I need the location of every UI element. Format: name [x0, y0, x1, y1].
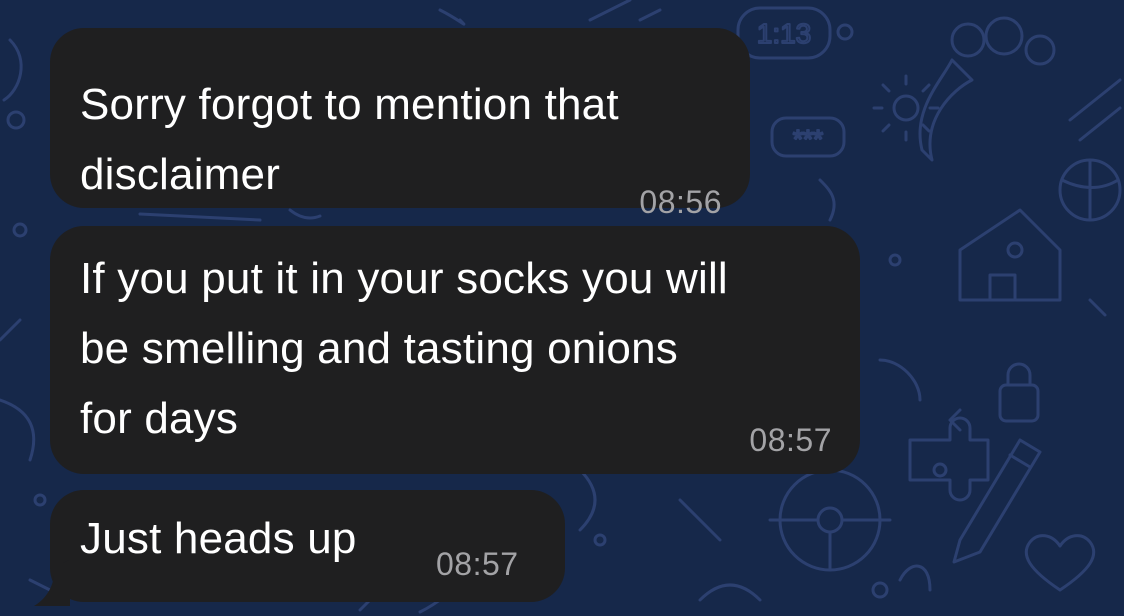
message-timestamp: 08:57 [749, 422, 832, 458]
message-line: be smelling and tasting onions [80, 324, 678, 373]
message-line: If you put it in your socks you will [80, 254, 728, 303]
message-text: Just heads up [80, 504, 357, 574]
message-line: disclaimer [80, 150, 281, 199]
message-bubble[interactable]: Sorry forgot to mention that disclaimer … [50, 28, 750, 220]
message-text: Sorry forgot to mention that disclaimer [80, 70, 619, 210]
message-bubble[interactable]: If you put it in your socks you will be … [50, 226, 860, 474]
message-timestamp: 08:56 [639, 184, 722, 220]
message-line: Just heads up [80, 514, 357, 563]
message-timestamp: 08:57 [436, 546, 519, 582]
bubble-tail [34, 560, 70, 606]
message-text: If you put it in your socks you will be … [80, 244, 728, 454]
chat-message-list: Sorry forgot to mention that disclaimer … [0, 0, 1124, 616]
message-line: for days [80, 394, 239, 443]
message-line: Sorry forgot to mention that [80, 80, 619, 129]
